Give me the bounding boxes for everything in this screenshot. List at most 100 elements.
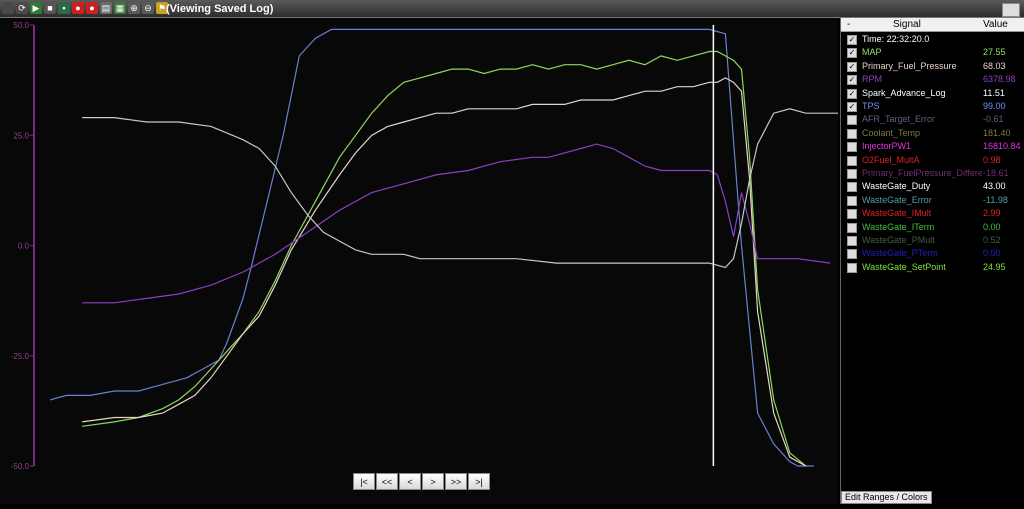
signal-value: 6378.98: [983, 74, 1016, 85]
signal-value: 2.99: [983, 208, 1001, 219]
signal-row[interactable]: WasteGate_Error -11.98: [841, 194, 1024, 207]
series-line-tps: [49, 28, 814, 467]
last-button[interactable]: >|: [468, 473, 490, 490]
signal-checkbox[interactable]: [847, 169, 857, 179]
signal-value: -11.98: [983, 194, 1008, 205]
signal-name: WasteGate_IMult: [862, 208, 932, 219]
signal-value: 181.40: [983, 127, 1011, 138]
y-tick-label: 0.0: [18, 242, 30, 251]
signal-name: WasteGate_PMult: [862, 235, 935, 245]
signal-name: InjectorPW1: [862, 141, 912, 152]
value-column-header[interactable]: Value: [983, 18, 1008, 31]
export-icon[interactable]: ▦: [114, 2, 126, 14]
next-button[interactable]: >: [422, 473, 444, 490]
signal-value: 27.55: [983, 47, 1006, 58]
signal-checkbox[interactable]: [847, 249, 857, 260]
y-tick-label: -25.0: [11, 352, 30, 361]
signal-checkbox[interactable]: ✓: [847, 102, 857, 112]
signal-row[interactable]: Coolant_Temp 181.40: [841, 127, 1024, 140]
signal-checkbox[interactable]: [847, 155, 857, 166]
signal-name: WasteGate_PTerm: [862, 248, 938, 259]
first-button[interactable]: |<: [353, 473, 375, 490]
signal-value: 0.00: [983, 248, 1001, 259]
signal-column-header[interactable]: Signal: [893, 18, 921, 31]
title-bar: ⟳ ▶ ■ ▪ ● ● ▤ ▦ ⊕ ⊖ ⚑ (Viewing Saved Log): [0, 0, 1024, 18]
signal-row[interactable]: ✓ Time: 22:32:20.0: [841, 33, 1024, 46]
window-title: (Viewing Saved Log): [166, 3, 274, 15]
signal-name: WasteGate_Duty: [862, 181, 931, 192]
signal-name: O2Fuel_MultA: [862, 154, 920, 165]
signal-row[interactable]: O2Fuel_MultA 0.98: [841, 154, 1024, 167]
signal-row[interactable]: ✓ Spark_Advance_Log 11.51: [841, 87, 1024, 100]
toolbar: ⟳ ▶ ■ ▪ ● ● ▤ ▦ ⊕ ⊖ ⚑: [2, 2, 168, 16]
signal-checkbox[interactable]: [847, 209, 857, 220]
collapse-column-header[interactable]: -: [847, 18, 850, 31]
save-icon[interactable]: ▪: [58, 2, 70, 14]
signal-row[interactable]: ✓ TPS 99.00: [841, 100, 1024, 113]
signal-row[interactable]: ✓ Primary_Fuel_Pressure 68.03: [841, 60, 1024, 73]
signal-value: 43.00: [983, 181, 1006, 192]
play-icon[interactable]: ▶: [30, 2, 42, 14]
signal-row[interactable]: InjectorPW1 16810.84: [841, 140, 1024, 153]
plot-area[interactable]: 50.0 25.0 0.0 -25.0 -50.0: [0, 18, 838, 504]
signal-checkbox[interactable]: ✓: [847, 75, 857, 86]
signal-checkbox[interactable]: [847, 182, 857, 193]
signal-row[interactable]: WasteGate_Duty 43.00: [841, 180, 1024, 193]
signal-name: AFR_Target_Error: [862, 114, 936, 125]
signal-row[interactable]: Primary_FuelPressure_Difference-18.61: [841, 167, 1024, 180]
playback-navigation: |< << < > >> >|: [353, 473, 490, 490]
open-icon[interactable]: [2, 2, 14, 14]
signal-row[interactable]: AFR_Target_Error -0.61: [841, 113, 1024, 126]
signal-checkbox[interactable]: [847, 236, 857, 246]
signal-checkbox[interactable]: ✓: [847, 61, 857, 72]
signal-value: 11.51: [983, 87, 1005, 98]
signal-row[interactable]: ✓ RPM 6378.98: [841, 73, 1024, 86]
record-stop-icon[interactable]: ●: [86, 2, 98, 14]
stop-icon[interactable]: ■: [44, 2, 56, 14]
signal-name: WasteGate_ITerm: [862, 221, 935, 232]
signal-row[interactable]: WasteGate_PMult 0.52: [841, 234, 1024, 247]
series-line-rpm: [82, 143, 831, 304]
signal-name: RPM: [862, 74, 882, 85]
signal-name: Spark_Advance_Log: [862, 87, 946, 98]
signal-name: WasteGate_SetPoint: [862, 261, 946, 272]
signal-list-header: - Signal Value: [841, 18, 1024, 32]
signal-panel: - Signal Value ✓ Time: 22:32:20.0 ✓ MAP 27.5…: [840, 18, 1024, 504]
signal-value: -0.61: [983, 114, 1004, 125]
record-icon[interactable]: ●: [72, 2, 84, 14]
signal-checkbox[interactable]: ✓: [847, 48, 857, 59]
signal-checkbox[interactable]: ✓: [847, 35, 857, 45]
previous-button[interactable]: <: [399, 473, 421, 490]
signal-checkbox[interactable]: [847, 262, 857, 273]
signal-checkbox[interactable]: [847, 195, 857, 206]
signal-row[interactable]: ✓ MAP 27.55: [841, 46, 1024, 59]
signal-checkbox[interactable]: [847, 222, 857, 233]
signal-checkbox[interactable]: ✓: [847, 88, 857, 99]
zoom-in-icon[interactable]: ⊕: [128, 2, 140, 14]
signal-checkbox[interactable]: [847, 115, 857, 126]
zoom-out-icon[interactable]: ⊖: [142, 2, 154, 14]
signal-checkbox[interactable]: [847, 142, 857, 153]
window-control-button[interactable]: [1002, 3, 1020, 17]
signal-value: 0.98: [983, 154, 1001, 165]
fast-forward-button[interactable]: >>: [445, 473, 467, 490]
signal-checkbox[interactable]: [847, 128, 857, 139]
signal-row[interactable]: WasteGate_PTerm 0.00: [841, 247, 1024, 260]
signal-name: MAP: [862, 47, 882, 58]
y-tick-label: -50.0: [11, 462, 30, 471]
series-line-spark-advance-log: [82, 108, 838, 269]
signal-row[interactable]: WasteGate_SetPoint 24.95: [841, 261, 1024, 274]
print-icon[interactable]: ▤: [100, 2, 112, 14]
refresh-icon[interactable]: ⟳: [16, 2, 28, 14]
signal-name: Primary_FuelPressure_Difference: [862, 168, 982, 178]
signal-name: Primary_Fuel_Pressure: [862, 60, 957, 71]
signal-row[interactable]: WasteGate_ITerm 0.00: [841, 221, 1024, 234]
rewind-button[interactable]: <<: [376, 473, 398, 490]
line-chart[interactable]: 50.0 25.0 0.0 -25.0 -50.0: [0, 18, 838, 504]
signal-name: Time: 22:32:20.0: [862, 34, 930, 44]
signal-name: TPS: [862, 101, 880, 111]
signal-name: WasteGate_Error: [862, 194, 932, 205]
edit-ranges-colors-button[interactable]: Edit Ranges / Colors: [841, 491, 932, 504]
signal-value: 24.95: [983, 261, 1006, 272]
signal-row[interactable]: WasteGate_IMult 2.99: [841, 207, 1024, 220]
